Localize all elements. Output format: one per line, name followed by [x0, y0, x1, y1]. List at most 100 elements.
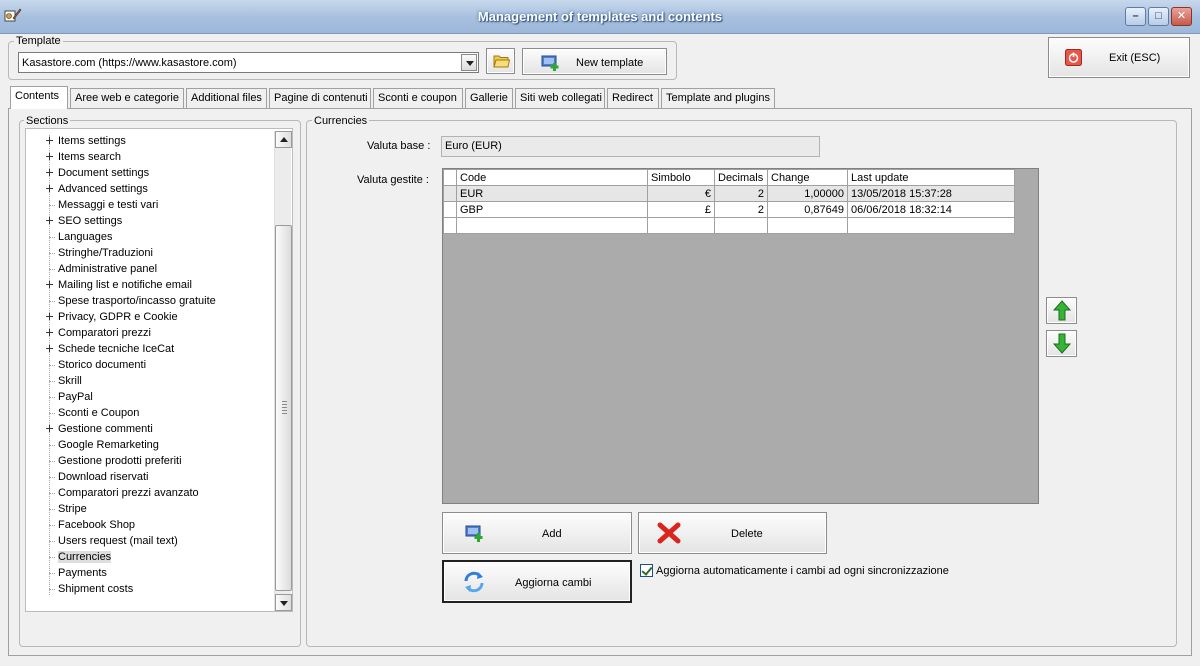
add-button[interactable]: Add	[442, 512, 632, 554]
tree-item[interactable]: Shipment costs	[49, 581, 133, 597]
close-button[interactable]: ✕	[1171, 7, 1192, 26]
chevron-down-icon[interactable]	[461, 54, 477, 71]
tree-item[interactable]: Facebook Shop	[49, 517, 136, 533]
cell-symbol[interactable]	[647, 217, 715, 234]
tree-item[interactable]: Google Remarketing	[49, 437, 159, 453]
open-folder-button[interactable]	[486, 48, 515, 74]
expand-plus-icon[interactable]	[46, 137, 53, 144]
cell-change[interactable]	[767, 217, 848, 234]
sections-label: Sections	[24, 115, 71, 127]
auto-update-checkbox[interactable]	[640, 564, 653, 577]
tab-redirect[interactable]: Redirect	[607, 88, 659, 108]
tree-connector	[49, 397, 55, 398]
col-last-update[interactable]: Last update	[847, 169, 1015, 186]
tree-item[interactable]: Schede tecniche IceCat	[46, 341, 174, 357]
col-symbol[interactable]: Simbolo	[647, 169, 715, 186]
tree-item[interactable]: Advanced settings	[46, 181, 148, 197]
cell-symbol[interactable]: £	[647, 201, 715, 218]
tab-additional-files[interactable]: Additional files	[186, 88, 267, 108]
col-change[interactable]: Change	[767, 169, 848, 186]
tree-item[interactable]: Sconti e Coupon	[49, 405, 139, 421]
tree-item[interactable]: Gestione commenti	[46, 421, 153, 437]
tree-item[interactable]: Payments	[49, 565, 107, 581]
cell-decimals[interactable]	[714, 217, 768, 234]
cell-change[interactable]: 1,00000	[767, 185, 848, 202]
currencies-table[interactable]: Code Simbolo Decimals Change Last update…	[443, 169, 1015, 234]
expand-plus-icon[interactable]	[46, 329, 53, 336]
row-indicator[interactable]	[443, 217, 457, 234]
move-up-button[interactable]	[1046, 297, 1077, 324]
cell-code[interactable]	[456, 217, 648, 234]
tree-item[interactable]: Download riservati	[49, 469, 148, 485]
tree-item[interactable]: Items settings	[46, 133, 126, 149]
expand-plus-icon[interactable]	[46, 169, 53, 176]
update-rates-button[interactable]: Aggiorna cambi	[442, 560, 632, 603]
minimize-button[interactable]: –	[1125, 7, 1146, 26]
tree-item[interactable]: Stringhe/Traduzioni	[49, 245, 153, 261]
tree-item[interactable]: Users request (mail text)	[49, 533, 178, 549]
tree-item[interactable]: Items search	[46, 149, 121, 165]
col-decimals[interactable]: Decimals	[714, 169, 768, 186]
base-currency-field: Euro (EUR)	[441, 136, 820, 157]
new-template-button[interactable]: New template	[522, 48, 667, 75]
table-row[interactable]: GBP £ 2 0,87649 06/06/2018 18:32:14	[443, 201, 1015, 218]
tab-pagine-contenuti[interactable]: Pagine di contenuti	[269, 88, 371, 108]
tree-item[interactable]: Spese trasporto/incasso gratuite	[49, 293, 216, 309]
template-select[interactable]: Kasastore.com (https://www.kasastore.com…	[18, 52, 479, 73]
tree-item-label: Facebook Shop	[58, 519, 136, 531]
expand-plus-icon[interactable]	[46, 313, 53, 320]
move-down-button[interactable]	[1046, 330, 1077, 357]
row-indicator[interactable]	[443, 201, 457, 218]
expand-plus-icon[interactable]	[46, 425, 53, 432]
expand-plus-icon[interactable]	[46, 153, 53, 160]
tab-siti-collegati[interactable]: Siti web collegati	[515, 88, 605, 108]
base-currency-value: Euro (EUR)	[445, 140, 502, 152]
tab-aree-web[interactable]: Aree web e categorie	[70, 88, 184, 108]
tree-item[interactable]: Languages	[49, 229, 112, 245]
scroll-up-button[interactable]	[275, 131, 292, 148]
tree-item[interactable]: Stripe	[49, 501, 87, 517]
col-code[interactable]: Code	[456, 169, 648, 186]
tree-item[interactable]: SEO settings	[46, 213, 122, 229]
tree-item[interactable]: Currencies	[49, 549, 112, 565]
expand-plus-icon[interactable]	[46, 345, 53, 352]
expand-plus-icon[interactable]	[46, 185, 53, 192]
expand-plus-icon[interactable]	[46, 281, 53, 288]
tree-item[interactable]: Mailing list e notifiche email	[46, 277, 192, 293]
tree-item[interactable]: Gestione prodotti preferiti	[49, 453, 182, 469]
tree-item[interactable]: Document settings	[46, 165, 149, 181]
tab-gallerie[interactable]: Gallerie	[465, 88, 513, 108]
cell-code[interactable]: EUR	[456, 185, 648, 202]
tab-sconti-coupon[interactable]: Sconti e coupon	[373, 88, 463, 108]
tree-item[interactable]: Administrative panel	[49, 261, 157, 277]
tree-item[interactable]: PayPal	[49, 389, 93, 405]
cell-last-update[interactable]	[847, 217, 1015, 234]
scroll-thumb[interactable]	[275, 225, 292, 591]
cell-last-update[interactable]: 13/05/2018 15:37:28	[847, 185, 1015, 202]
scroll-down-button[interactable]	[275, 594, 292, 611]
cell-code[interactable]: GBP	[456, 201, 648, 218]
table-row[interactable]	[443, 217, 1015, 234]
cell-decimals[interactable]: 2	[714, 185, 768, 202]
sections-scrollbar[interactable]	[274, 131, 292, 611]
sections-tree[interactable]: Items settings Items search Document setti…	[25, 128, 293, 612]
exit-button[interactable]: Exit (ESC)	[1048, 37, 1190, 78]
tree-item[interactable]: Privacy, GDPR e Cookie	[46, 309, 178, 325]
table-row[interactable]: EUR € 2 1,00000 13/05/2018 15:37:28	[443, 185, 1015, 202]
delete-button[interactable]: Delete	[638, 512, 827, 554]
cell-symbol[interactable]: €	[647, 185, 715, 202]
tree-item[interactable]: Messaggi e testi vari	[49, 197, 158, 213]
tree-item[interactable]: Comparatori prezzi	[46, 325, 151, 341]
row-indicator[interactable]	[443, 185, 457, 202]
row-indicator	[443, 169, 457, 186]
expand-plus-icon[interactable]	[46, 217, 53, 224]
cell-change[interactable]: 0,87649	[767, 201, 848, 218]
tree-item[interactable]: Storico documenti	[49, 357, 146, 373]
tab-contents[interactable]: Contents	[10, 86, 68, 109]
tree-item[interactable]: Comparatori prezzi avanzato	[49, 485, 199, 501]
tab-template-plugins[interactable]: Template and plugins	[661, 88, 775, 108]
maximize-button[interactable]: □	[1148, 7, 1169, 26]
cell-decimals[interactable]: 2	[714, 201, 768, 218]
tree-item[interactable]: Skrill	[49, 373, 82, 389]
cell-last-update[interactable]: 06/06/2018 18:32:14	[847, 201, 1015, 218]
